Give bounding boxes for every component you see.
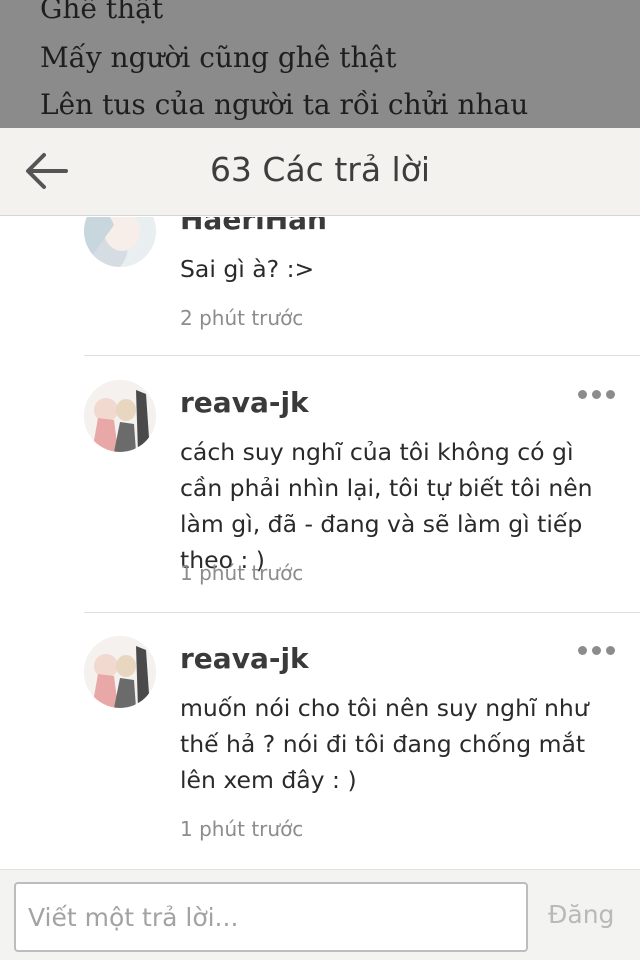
comment-username[interactable]: HaeriHan (180, 217, 327, 236)
comment-time: 1 phút trước (180, 817, 304, 841)
avatar[interactable] (84, 380, 156, 452)
comment-username[interactable]: reava-jk (180, 642, 309, 675)
story-line: Lên tus của người ta rồi chửi nhau (40, 88, 529, 121)
avatar-image (84, 380, 156, 452)
avatar[interactable] (84, 217, 156, 267)
reply-bar: Đăng (0, 869, 640, 960)
comments-list[interactable]: HaeriHan Sai gì à? :> 2 phút trước reava… (0, 217, 640, 869)
story-line: Mấy người cũng ghê thật (40, 41, 397, 74)
replies-header: 63 Các trả lời (0, 128, 640, 216)
comment-time: 2 phút trước (180, 306, 304, 330)
story-line: Ghê thật (40, 0, 164, 25)
avatar[interactable] (84, 636, 156, 708)
comment-text: Sai gì à? :> (180, 255, 315, 283)
more-options-button[interactable] (578, 638, 618, 662)
comment-username[interactable]: reava-jk (180, 386, 309, 419)
comment-time: 1 phút trước (180, 561, 304, 585)
divider (84, 612, 640, 613)
post-button[interactable]: Đăng (548, 900, 614, 929)
page-title: 63 Các trả lời (209, 150, 431, 189)
comment-text: cách suy nghĩ của tôi không có gì cần ph… (180, 438, 593, 574)
divider (84, 355, 640, 356)
avatar-image (84, 217, 156, 267)
comment-text: muốn nói cho tôi nên suy nghĩ như thế hả… (180, 694, 589, 794)
background-story: Ghê thật Mấy người cũng ghê thật Lên tus… (0, 0, 640, 128)
reply-input[interactable] (14, 882, 528, 952)
avatar-image (84, 636, 156, 708)
more-options-button[interactable] (578, 382, 618, 406)
